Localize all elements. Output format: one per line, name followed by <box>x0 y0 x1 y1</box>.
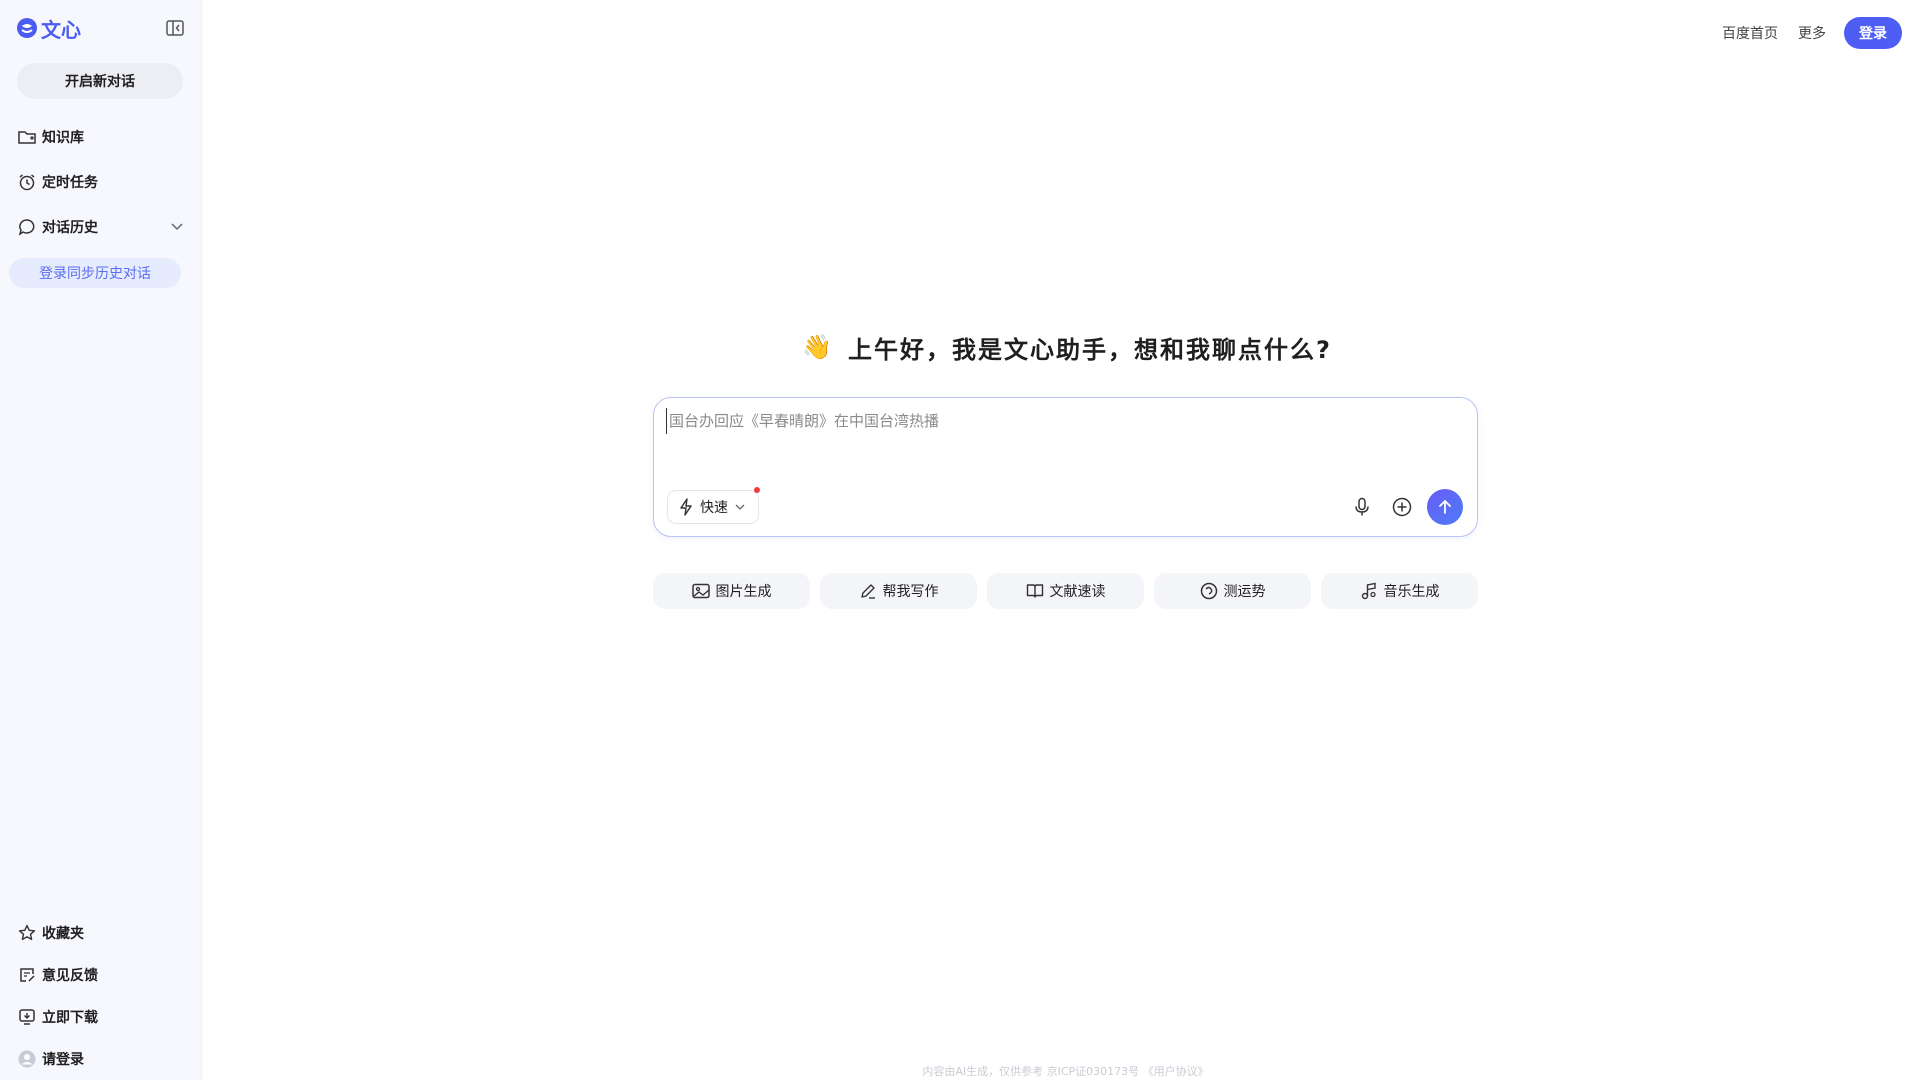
wenxin-logo-icon <box>16 17 38 39</box>
new-chat-button[interactable]: 开启新对话 <box>17 63 183 99</box>
folder-icon <box>18 129 36 145</box>
wenxin-logo[interactable]: 文心 <box>16 14 81 43</box>
wave-emoji: 👋 <box>802 333 834 361</box>
sidebar-item-knowledge-base[interactable]: 知识库 <box>18 125 184 149</box>
music-note-icon <box>1360 582 1378 600</box>
sidebar-item-label: 立即下载 <box>42 1010 98 1026</box>
sidebar-item-favorites[interactable]: 收藏夹 <box>18 921 184 945</box>
more-link[interactable]: 更多 <box>1796 23 1828 43</box>
book-icon <box>1026 583 1044 599</box>
arrow-up-icon <box>1437 499 1453 515</box>
quick-action-image-generation[interactable]: 图片生成 <box>653 573 810 609</box>
top-nav: 百度首页 更多 登录 <box>1720 17 1902 49</box>
quick-action-document-reading[interactable]: 文献速读 <box>987 573 1144 609</box>
chevron-down-icon <box>734 501 746 513</box>
fortune-icon <box>1200 582 1218 600</box>
login-sync-history-button[interactable]: 登录同步历史对话 <box>9 258 181 288</box>
sidebar-item-label: 定时任务 <box>42 175 98 191</box>
collapse-sidebar-icon[interactable] <box>164 17 186 39</box>
mode-selector-button[interactable]: 快速 <box>667 487 760 524</box>
download-icon <box>18 1008 36 1026</box>
sidebar-item-label: 收藏夹 <box>42 926 84 942</box>
quick-action-label: 图片生成 <box>715 584 772 600</box>
chat-input[interactable] <box>666 408 1456 434</box>
quick-action-fortune[interactable]: 测运势 <box>1154 573 1311 609</box>
sidebar-item-label: 请登录 <box>42 1052 84 1068</box>
quick-action-writing[interactable]: 帮我写作 <box>820 573 977 609</box>
sidebar: 文心 开启新对话 知识库 定时任务 对话历史 登录同步历史对话 收藏夹 意见反馈… <box>0 0 202 1080</box>
sidebar-item-feedback[interactable]: 意见反馈 <box>18 963 184 987</box>
footer-disclaimer: 内容由AI生成，仅供参考 京ICP证030173号 《用户协议》 <box>922 1065 1209 1078</box>
send-button[interactable] <box>1427 489 1463 525</box>
chat-input-box: 快速 <box>653 397 1478 537</box>
quick-actions: 图片生成 帮我写作 文献速读 测运势 音乐生成 <box>653 573 1478 609</box>
sidebar-item-label: 意见反馈 <box>42 968 98 984</box>
avatar-icon <box>18 1050 36 1068</box>
baidu-home-link[interactable]: 百度首页 <box>1720 23 1780 43</box>
notification-dot <box>754 487 760 493</box>
add-attachment-icon[interactable] <box>1387 492 1417 522</box>
sidebar-item-label: 知识库 <box>42 130 84 146</box>
sidebar-item-login[interactable]: 请登录 <box>18 1047 184 1071</box>
sidebar-item-chat-history[interactable]: 对话历史 <box>18 215 184 239</box>
greeting-heading: 👋 上午好，我是文心助手，想和我聊点什么? <box>653 327 1481 367</box>
quick-action-label: 帮我写作 <box>882 584 939 600</box>
sidebar-header: 文心 <box>16 14 186 42</box>
greeting-text: 上午好，我是文心助手，想和我聊点什么? <box>847 335 1332 364</box>
quick-action-label: 测运势 <box>1223 584 1266 600</box>
feedback-icon <box>18 966 36 984</box>
quick-action-music-generation[interactable]: 音乐生成 <box>1321 573 1478 609</box>
alarm-clock-icon <box>18 173 36 191</box>
sidebar-item-scheduled-tasks[interactable]: 定时任务 <box>18 170 184 194</box>
mode-label: 快速 <box>700 500 728 516</box>
microphone-icon[interactable] <box>1347 492 1377 522</box>
chat-bubble-icon <box>18 218 36 236</box>
logo-text: 文心 <box>41 17 81 42</box>
sidebar-item-label: 对话历史 <box>42 220 98 236</box>
star-icon <box>18 924 36 942</box>
sidebar-item-download[interactable]: 立即下载 <box>18 1005 184 1029</box>
chevron-down-icon[interactable] <box>170 219 184 233</box>
quick-action-label: 音乐生成 <box>1383 584 1440 600</box>
image-icon <box>691 583 710 599</box>
pen-icon <box>859 582 877 600</box>
quick-action-label: 文献速读 <box>1049 584 1106 600</box>
lightning-icon <box>678 498 694 516</box>
login-button[interactable]: 登录 <box>1844 17 1902 49</box>
